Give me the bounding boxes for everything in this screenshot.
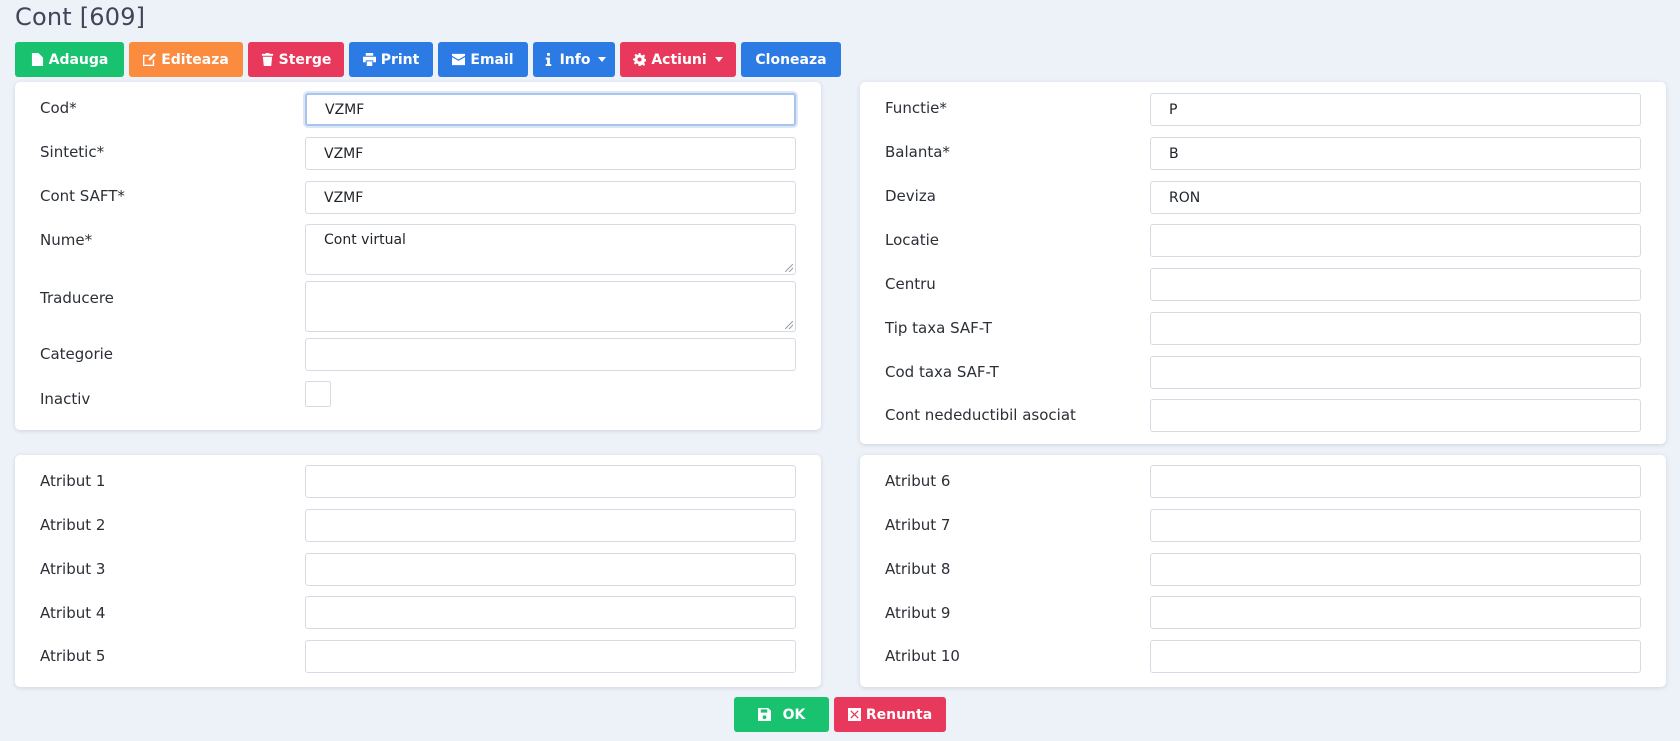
inactiv-checkbox[interactable]: [305, 381, 331, 407]
add-button[interactable]: Adauga: [15, 42, 124, 77]
sintetic-label: Sintetic*: [40, 143, 105, 161]
locatie-label: Locatie: [885, 231, 939, 249]
atribut-8-input[interactable]: [1150, 553, 1641, 586]
deviza-input[interactable]: [1150, 181, 1641, 214]
toolbar: Adauga Editeaza Sterge Print Email Info …: [15, 42, 841, 77]
sintetic-input[interactable]: [305, 137, 796, 170]
atribut-7-input[interactable]: [1150, 509, 1641, 542]
trash-icon: [261, 53, 273, 66]
atribut-1-input[interactable]: [305, 465, 796, 498]
actions-button-label: Actiuni: [651, 51, 707, 68]
resize-grip-icon[interactable]: [785, 264, 793, 272]
atribut-4-input[interactable]: [305, 596, 796, 629]
form-footer: OK Renunta: [734, 697, 946, 732]
cod-input[interactable]: [305, 93, 796, 126]
cont-saft-label: Cont SAFT*: [40, 187, 125, 205]
tip-taxa-saft-input[interactable]: [1150, 312, 1641, 345]
page-title: Cont [609]: [15, 3, 146, 31]
cod-taxa-saft-input[interactable]: [1150, 356, 1641, 389]
atribut-1-label: Atribut 1: [40, 472, 106, 490]
atribut-10-label: Atribut 10: [885, 647, 960, 665]
cancel-button[interactable]: Renunta: [834, 697, 946, 732]
atribut-5-input[interactable]: [305, 640, 796, 673]
tip-taxa-saft-label: Tip taxa SAF-T: [885, 319, 992, 337]
traducere-textarea[interactable]: [305, 281, 796, 332]
cod-label: Cod*: [40, 99, 77, 117]
atribut-3-label: Atribut 3: [40, 560, 106, 578]
traducere-label: Traducere: [40, 289, 114, 307]
nume-label: Nume*: [40, 231, 93, 249]
cont-nedeductibil-input[interactable]: [1150, 399, 1641, 432]
envelope-icon: [452, 53, 466, 66]
resize-grip-icon[interactable]: [785, 321, 793, 329]
categorie-input[interactable]: [305, 338, 796, 371]
info-dropdown-button[interactable]: Info: [533, 42, 615, 77]
attributes-left-panel: Atribut 1 Atribut 2 Atribut 3 Atribut 4 …: [15, 455, 821, 687]
clone-button[interactable]: Cloneaza: [741, 42, 841, 77]
inactiv-label: Inactiv: [40, 390, 91, 408]
atribut-4-label: Atribut 4: [40, 604, 106, 622]
gear-icon: [633, 53, 647, 66]
edit-button-label: Editeaza: [161, 51, 229, 68]
info-icon: [545, 53, 551, 66]
centru-input[interactable]: [1150, 268, 1641, 301]
cont-saft-input[interactable]: [305, 181, 796, 214]
atribut-9-label: Atribut 9: [885, 604, 951, 622]
clone-button-label: Cloneaza: [755, 51, 827, 68]
email-button-label: Email: [470, 51, 514, 68]
cod-taxa-saft-label: Cod taxa SAF-T: [885, 363, 999, 381]
nume-textarea[interactable]: Cont virtual: [305, 224, 796, 275]
balanta-label: Balanta*: [885, 143, 950, 161]
deviza-label: Deviza: [885, 187, 936, 205]
add-button-label: Adauga: [48, 51, 109, 68]
print-button[interactable]: Print: [349, 42, 433, 77]
cont-nedeductibil-label: Cont nedeductibil asociat: [885, 406, 1076, 424]
print-button-label: Print: [380, 51, 420, 68]
chevron-down-icon: [598, 57, 607, 62]
chevron-down-icon: [714, 57, 723, 62]
edit-button[interactable]: Editeaza: [129, 42, 243, 77]
atribut-3-input[interactable]: [305, 553, 796, 586]
atribut-7-label: Atribut 7: [885, 516, 951, 534]
atribut-8-label: Atribut 8: [885, 560, 951, 578]
atribut-2-input[interactable]: [305, 509, 796, 542]
file-icon: [31, 53, 43, 66]
atribut-2-label: Atribut 2: [40, 516, 106, 534]
print-icon: [362, 53, 376, 66]
attributes-right-panel: Atribut 6 Atribut 7 Atribut 8 Atribut 9 …: [860, 455, 1666, 687]
email-button[interactable]: Email: [438, 42, 528, 77]
cancel-button-label: Renunta: [865, 706, 933, 723]
ok-button-label: OK: [782, 706, 806, 723]
save-icon: [757, 708, 771, 721]
close-icon: [847, 708, 861, 721]
actions-dropdown-button[interactable]: Actiuni: [620, 42, 736, 77]
balanta-input[interactable]: [1150, 137, 1641, 170]
locatie-input[interactable]: [1150, 224, 1641, 257]
atribut-6-label: Atribut 6: [885, 472, 951, 490]
functie-input[interactable]: [1150, 93, 1641, 126]
account-main-right-panel: Functie* Balanta* Deviza Locatie Centru …: [860, 82, 1666, 444]
atribut-9-input[interactable]: [1150, 596, 1641, 629]
atribut-10-input[interactable]: [1150, 640, 1641, 673]
ok-button[interactable]: OK: [734, 697, 829, 732]
info-button-label: Info: [559, 51, 591, 68]
edit-icon: [143, 53, 157, 66]
delete-button[interactable]: Sterge: [248, 42, 344, 77]
atribut-5-label: Atribut 5: [40, 647, 106, 665]
functie-label: Functie*: [885, 99, 947, 117]
categorie-label: Categorie: [40, 345, 114, 363]
delete-button-label: Sterge: [278, 51, 332, 68]
atribut-6-input[interactable]: [1150, 465, 1641, 498]
centru-label: Centru: [885, 275, 936, 293]
account-main-left-panel: Cod* Sintetic* Cont SAFT* Nume* Cont vir…: [15, 82, 821, 430]
